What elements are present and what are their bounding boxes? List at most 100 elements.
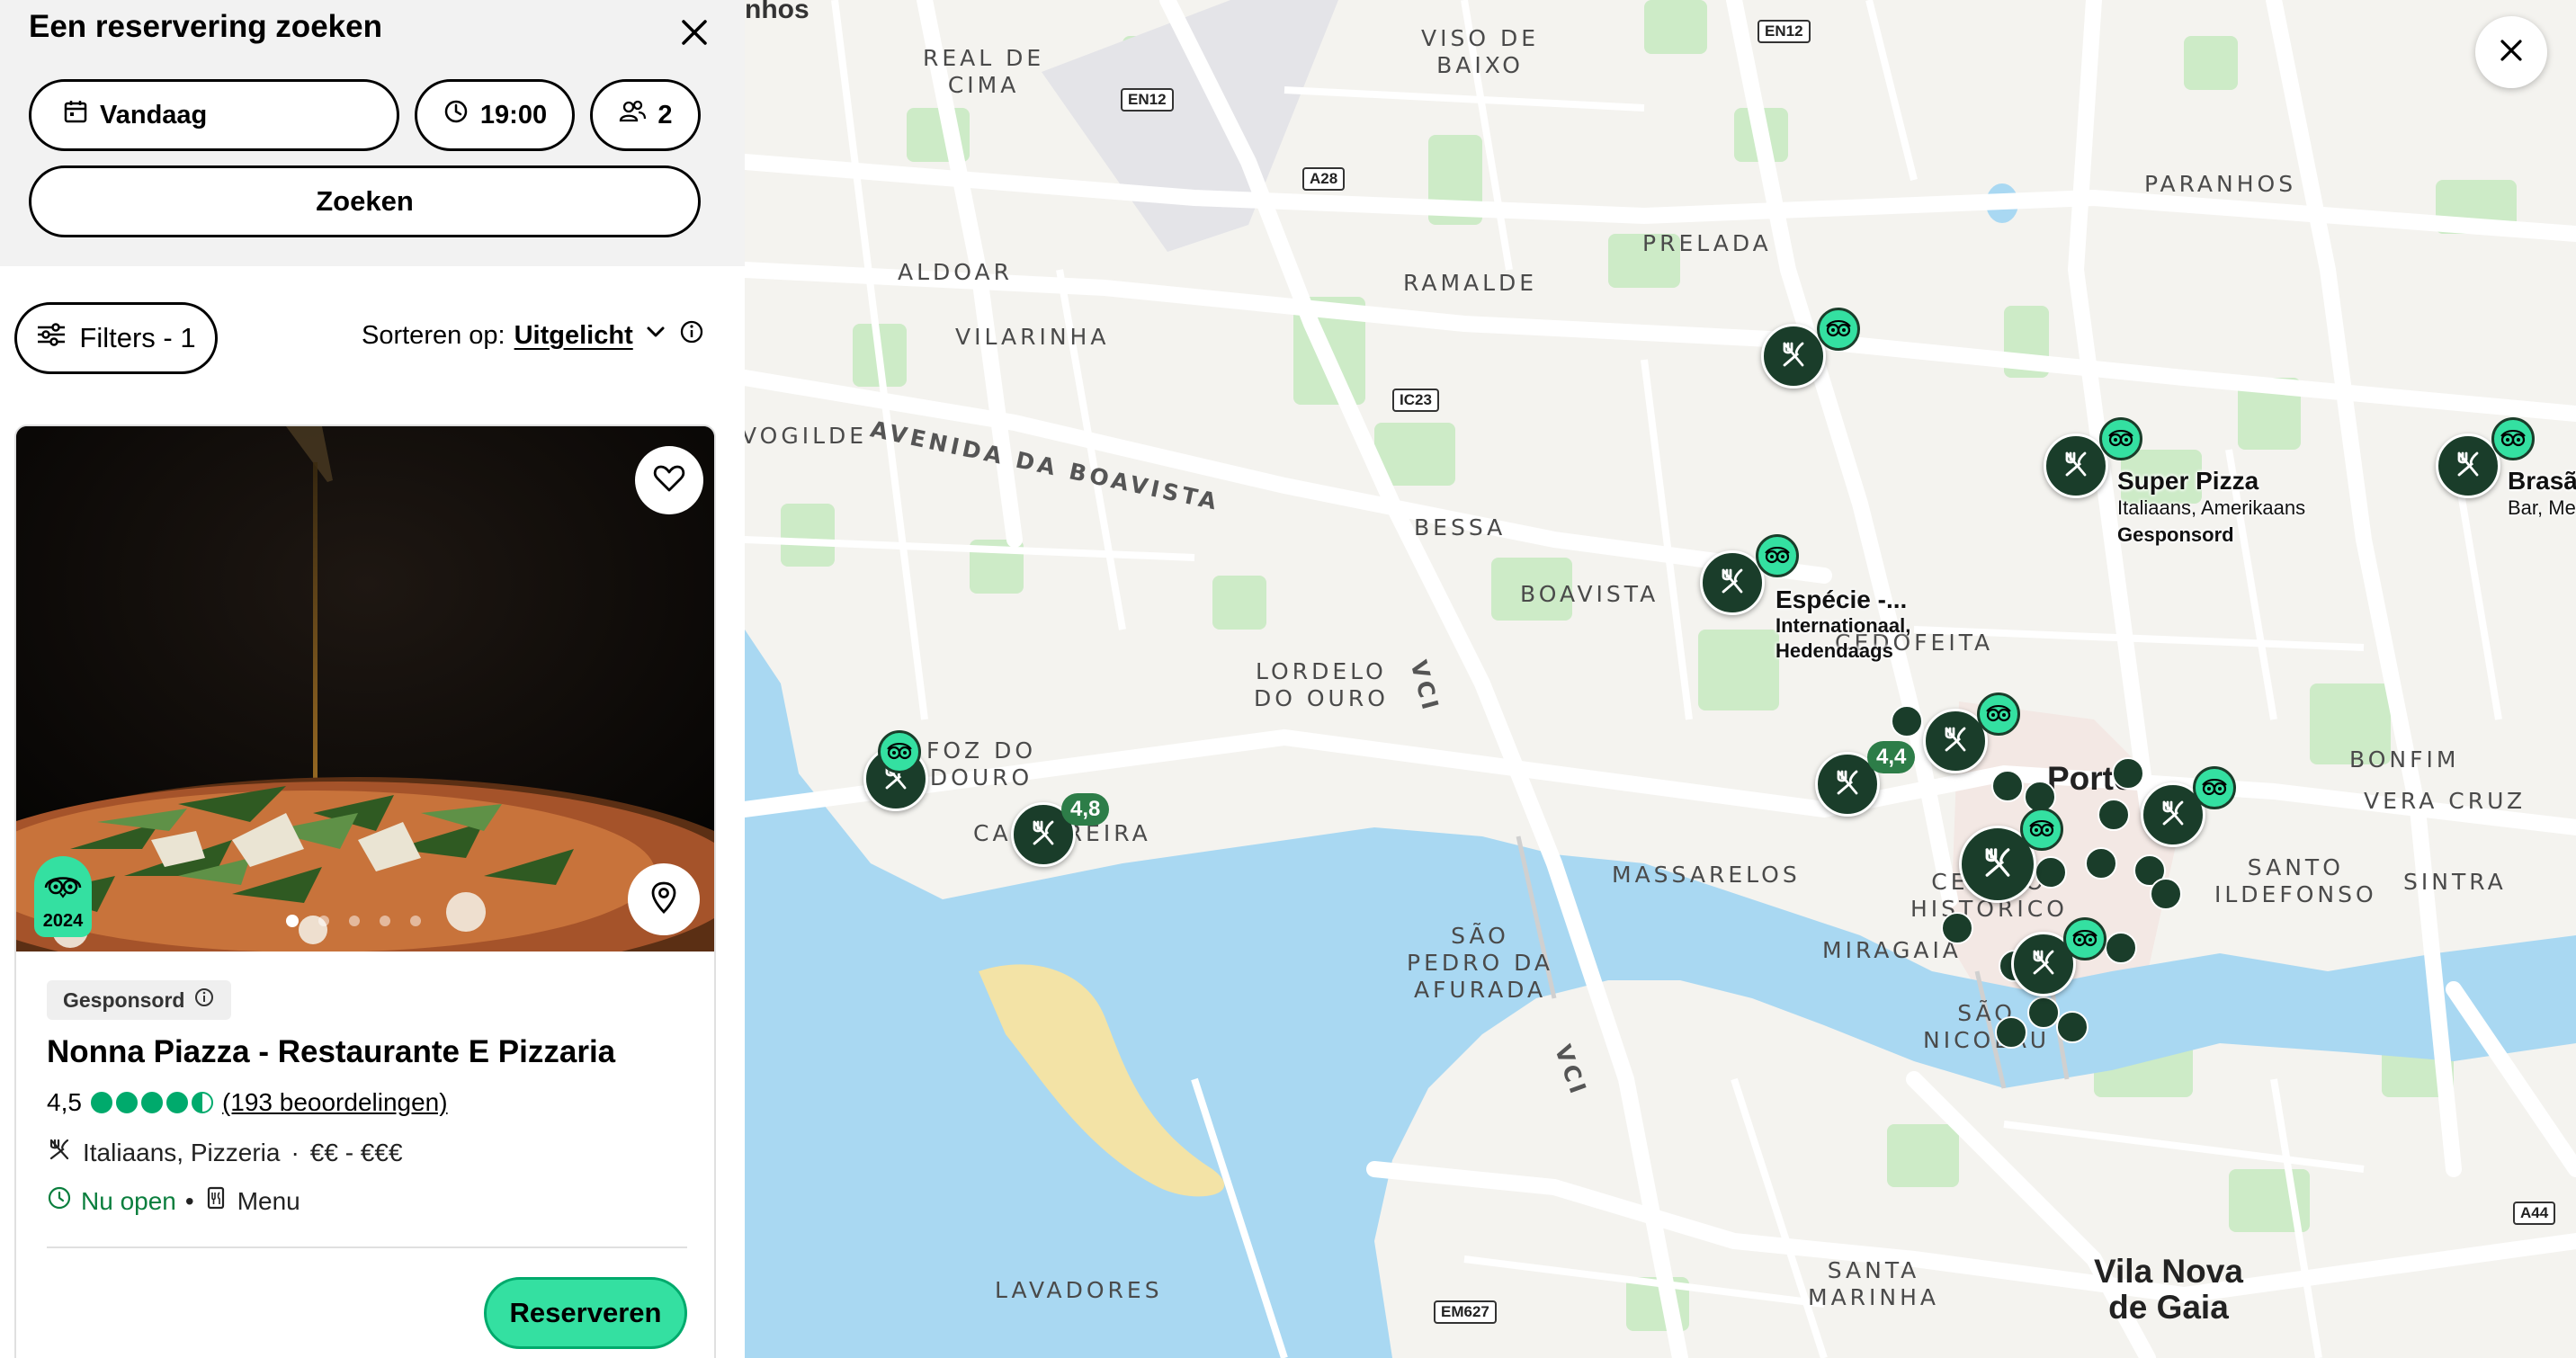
restaurant-card[interactable]: 2024 Gesponsord Nonna Piazza - Restauran… [14,424,716,1358]
travellers-choice-award-badge: 2024 [34,856,92,937]
award-year: 2024 [42,911,84,931]
area-label: nhos [745,0,809,24]
area-label: LAVADORES [995,1277,1163,1303]
carousel-dot[interactable] [286,915,299,927]
close-icon [2493,32,2529,73]
time-value: 19:00 [479,100,548,130]
tripadvisor-owl-icon [2099,417,2142,460]
sponsored-label: Gesponsord [63,987,185,1012]
map-pin-icon [646,880,682,920]
area-label: VILARINHA [955,324,1110,350]
poi-cuisine: Internationaal, Hedendaags [1775,614,1911,662]
area-label: PARANHOS [2144,171,2297,197]
restaurant-dot-pin[interactable] [1995,1016,2027,1049]
restaurant-name[interactable]: Nonna Piazza - Restaurante E Pizzaria [47,1034,615,1070]
reviews-link[interactable]: (193 beoordelingen) [222,1088,448,1117]
favorite-button[interactable] [635,446,703,514]
tripadvisor-owl-icon [1977,692,2020,736]
area-label: VOGILDE [745,423,868,449]
restaurant-photo[interactable]: 2024 [16,426,714,951]
restaurant-dot-pin[interactable] [2085,847,2117,880]
info-icon[interactable] [193,987,215,1014]
restaurant-pin[interactable] [2436,433,2500,498]
restaurant-pin[interactable] [1761,324,1826,389]
close-icon[interactable] [673,11,716,54]
carousel-dots[interactable] [286,915,421,927]
owl-icon [42,866,84,907]
restaurant-dot-pin[interactable] [2105,932,2137,964]
road-shield: EN12 [1758,20,1811,43]
poi-sponsored: Gesponsord [2117,523,2234,546]
poi-label-brasa[interactable]: Brasã Bar, Me [2508,468,2576,522]
area-label: ALDOAR [898,259,1013,285]
fork-knife-icon [2453,449,2483,484]
fork-knife-icon [2028,947,2059,982]
restaurant-dot-pin[interactable] [2056,1011,2089,1043]
city-label: Vila Nova de Gaia [2094,1253,2243,1326]
restaurant-dot-pin[interactable] [2097,799,2130,831]
menu-link[interactable]: Menu [237,1187,300,1216]
guests-selector[interactable]: 2 [590,79,701,151]
area-label: LORDELO DO OURO [1254,658,1389,711]
carousel-dot[interactable] [318,916,329,926]
area-label: MASSARELOS [1612,862,1801,888]
clock-icon [443,98,470,132]
carousel-dot[interactable] [349,916,360,926]
show-on-map-button[interactable] [628,863,700,935]
restaurant-pin[interactable] [1700,550,1765,615]
restaurant-dot-pin[interactable] [1941,912,1973,944]
fork-knife-icon [2158,798,2188,833]
chevron-down-icon[interactable] [642,318,669,353]
road-shield: A28 [1302,167,1346,191]
restaurant-dot-pin[interactable] [2112,757,2144,790]
map-close-button[interactable] [2475,16,2547,88]
carousel-dot[interactable] [380,916,390,926]
poi-name: Espécie -... [1775,585,1908,613]
restaurant-dot-pin[interactable] [1991,770,2024,802]
poi-label-especie[interactable]: Espécie -... Internationaal, Hedendaags [1775,586,1910,664]
rating-row: 4,5 (193 beoordelingen) [47,1088,448,1117]
fork-knife-icon [2061,449,2091,484]
area-label: MIRAGAIA [1822,937,1962,963]
rating-badge: 4,4 [1867,741,1916,773]
rating-value: 4,5 [47,1088,82,1116]
heart-icon [651,460,687,501]
fork-knife-icon [1832,767,1863,802]
map-view[interactable]: nhos VISO DE BAIXO REAL DE CIMA ALDOAR R… [745,0,2576,1358]
area-label: BOAVISTA [1520,581,1659,607]
poi-name: Brasã [2508,467,2576,495]
carousel-dot[interactable] [410,916,421,926]
area-label: SÃO PEDRO DA AFURADA [1407,923,1554,1003]
restaurant-pin[interactable] [2044,433,2108,498]
tripadvisor-owl-icon [2020,808,2063,851]
poi-cuisine: Italiaans, Amerikaans [2117,496,2306,519]
area-label: SINTRA [2403,869,2507,895]
area-label: BONFIM [2349,746,2460,773]
info-icon[interactable] [678,318,705,353]
time-selector[interactable]: 19:00 [415,79,575,151]
restaurant-dot-pin[interactable] [2035,856,2067,889]
date-selector[interactable]: Vandaag [29,79,399,151]
area-label: SANTA MARINHA [1808,1257,1940,1310]
search-button[interactable]: Zoeken [29,165,701,237]
sort-dropdown[interactable]: Uitgelicht [514,321,633,351]
rating-badge: 4,8 [1061,793,1110,826]
tripadvisor-owl-icon [2063,917,2106,960]
fork-knife-icon [1778,339,1809,374]
area-label: FOZ DO DOURO [926,737,1037,791]
restaurant-dot-pin[interactable] [2150,878,2182,910]
filters-button[interactable]: Filters - 1 [14,302,218,374]
poi-label-super-pizza[interactable]: Super Pizza Italiaans, Amerikaans Gespon… [2117,468,2305,549]
restaurant-dot-pin[interactable] [1891,705,1923,737]
reserve-button[interactable]: Reserveren [484,1277,687,1349]
sliders-icon [36,321,67,355]
cuisine-text: Italiaans, Pizzeria [83,1138,281,1166]
open-status: Nu open [81,1186,176,1215]
area-label: BESSA [1414,514,1507,541]
search-header: Een reservering zoeken Vandaag 19:00 2 Z… [0,0,745,266]
poi-name: Super Pizza [2117,467,2259,495]
calendar-icon [62,98,89,132]
search-panel: Een reservering zoeken Vandaag 19:00 2 Z… [0,0,745,1358]
fork-knife-icon [1028,817,1059,853]
restaurant-dot-pin[interactable] [2027,996,2060,1029]
